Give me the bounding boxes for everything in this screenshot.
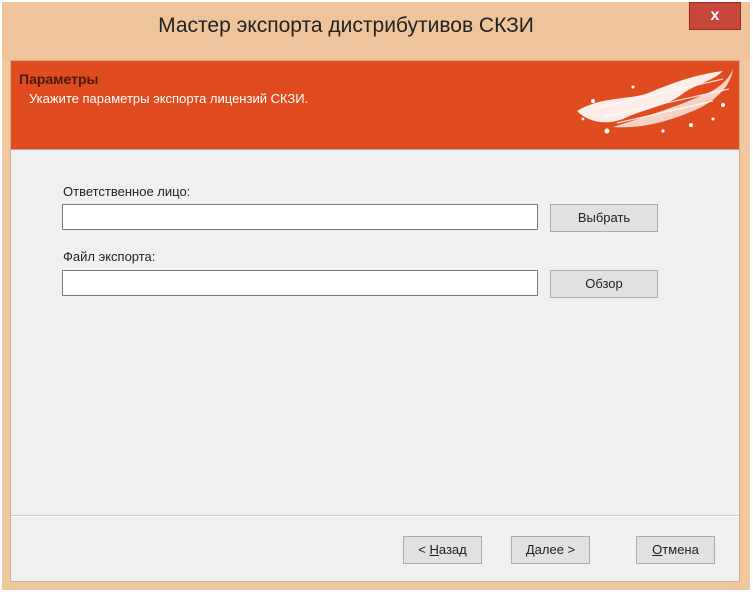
- paint-splash-icon: [577, 69, 733, 134]
- page-subtitle: Укажите параметры экспорта лицензий СКЗИ…: [29, 91, 309, 106]
- title-bar[interactable]: Мастер экспорта дистрибутивов СКЗИ x: [2, 2, 750, 60]
- close-icon: x: [710, 7, 720, 24]
- page-title: Параметры: [19, 71, 99, 87]
- back-button[interactable]: < Назад: [403, 536, 482, 564]
- export-wizard-window: Мастер экспорта дистрибутивов СКЗИ x Пар…: [2, 2, 750, 590]
- next-button[interactable]: Далее >: [511, 536, 590, 564]
- export-file-input[interactable]: [62, 270, 538, 296]
- close-button[interactable]: x: [689, 2, 741, 30]
- export-file-label: Файл экспорта:: [63, 249, 156, 264]
- select-button[interactable]: Выбрать: [550, 204, 658, 232]
- browse-button[interactable]: Обзор: [550, 270, 658, 298]
- header-banner: Параметры Укажите параметры экспорта лиц…: [11, 61, 739, 150]
- wizard-page: Параметры Укажите параметры экспорта лиц…: [10, 60, 740, 582]
- window-title: Мастер экспорта дистрибутивов СКЗИ: [158, 14, 534, 37]
- footer-divider: [11, 515, 739, 517]
- responsible-person-input[interactable]: [62, 204, 538, 230]
- responsible-person-label: Ответственное лицо:: [63, 184, 191, 199]
- cancel-button[interactable]: Отмена: [636, 536, 715, 564]
